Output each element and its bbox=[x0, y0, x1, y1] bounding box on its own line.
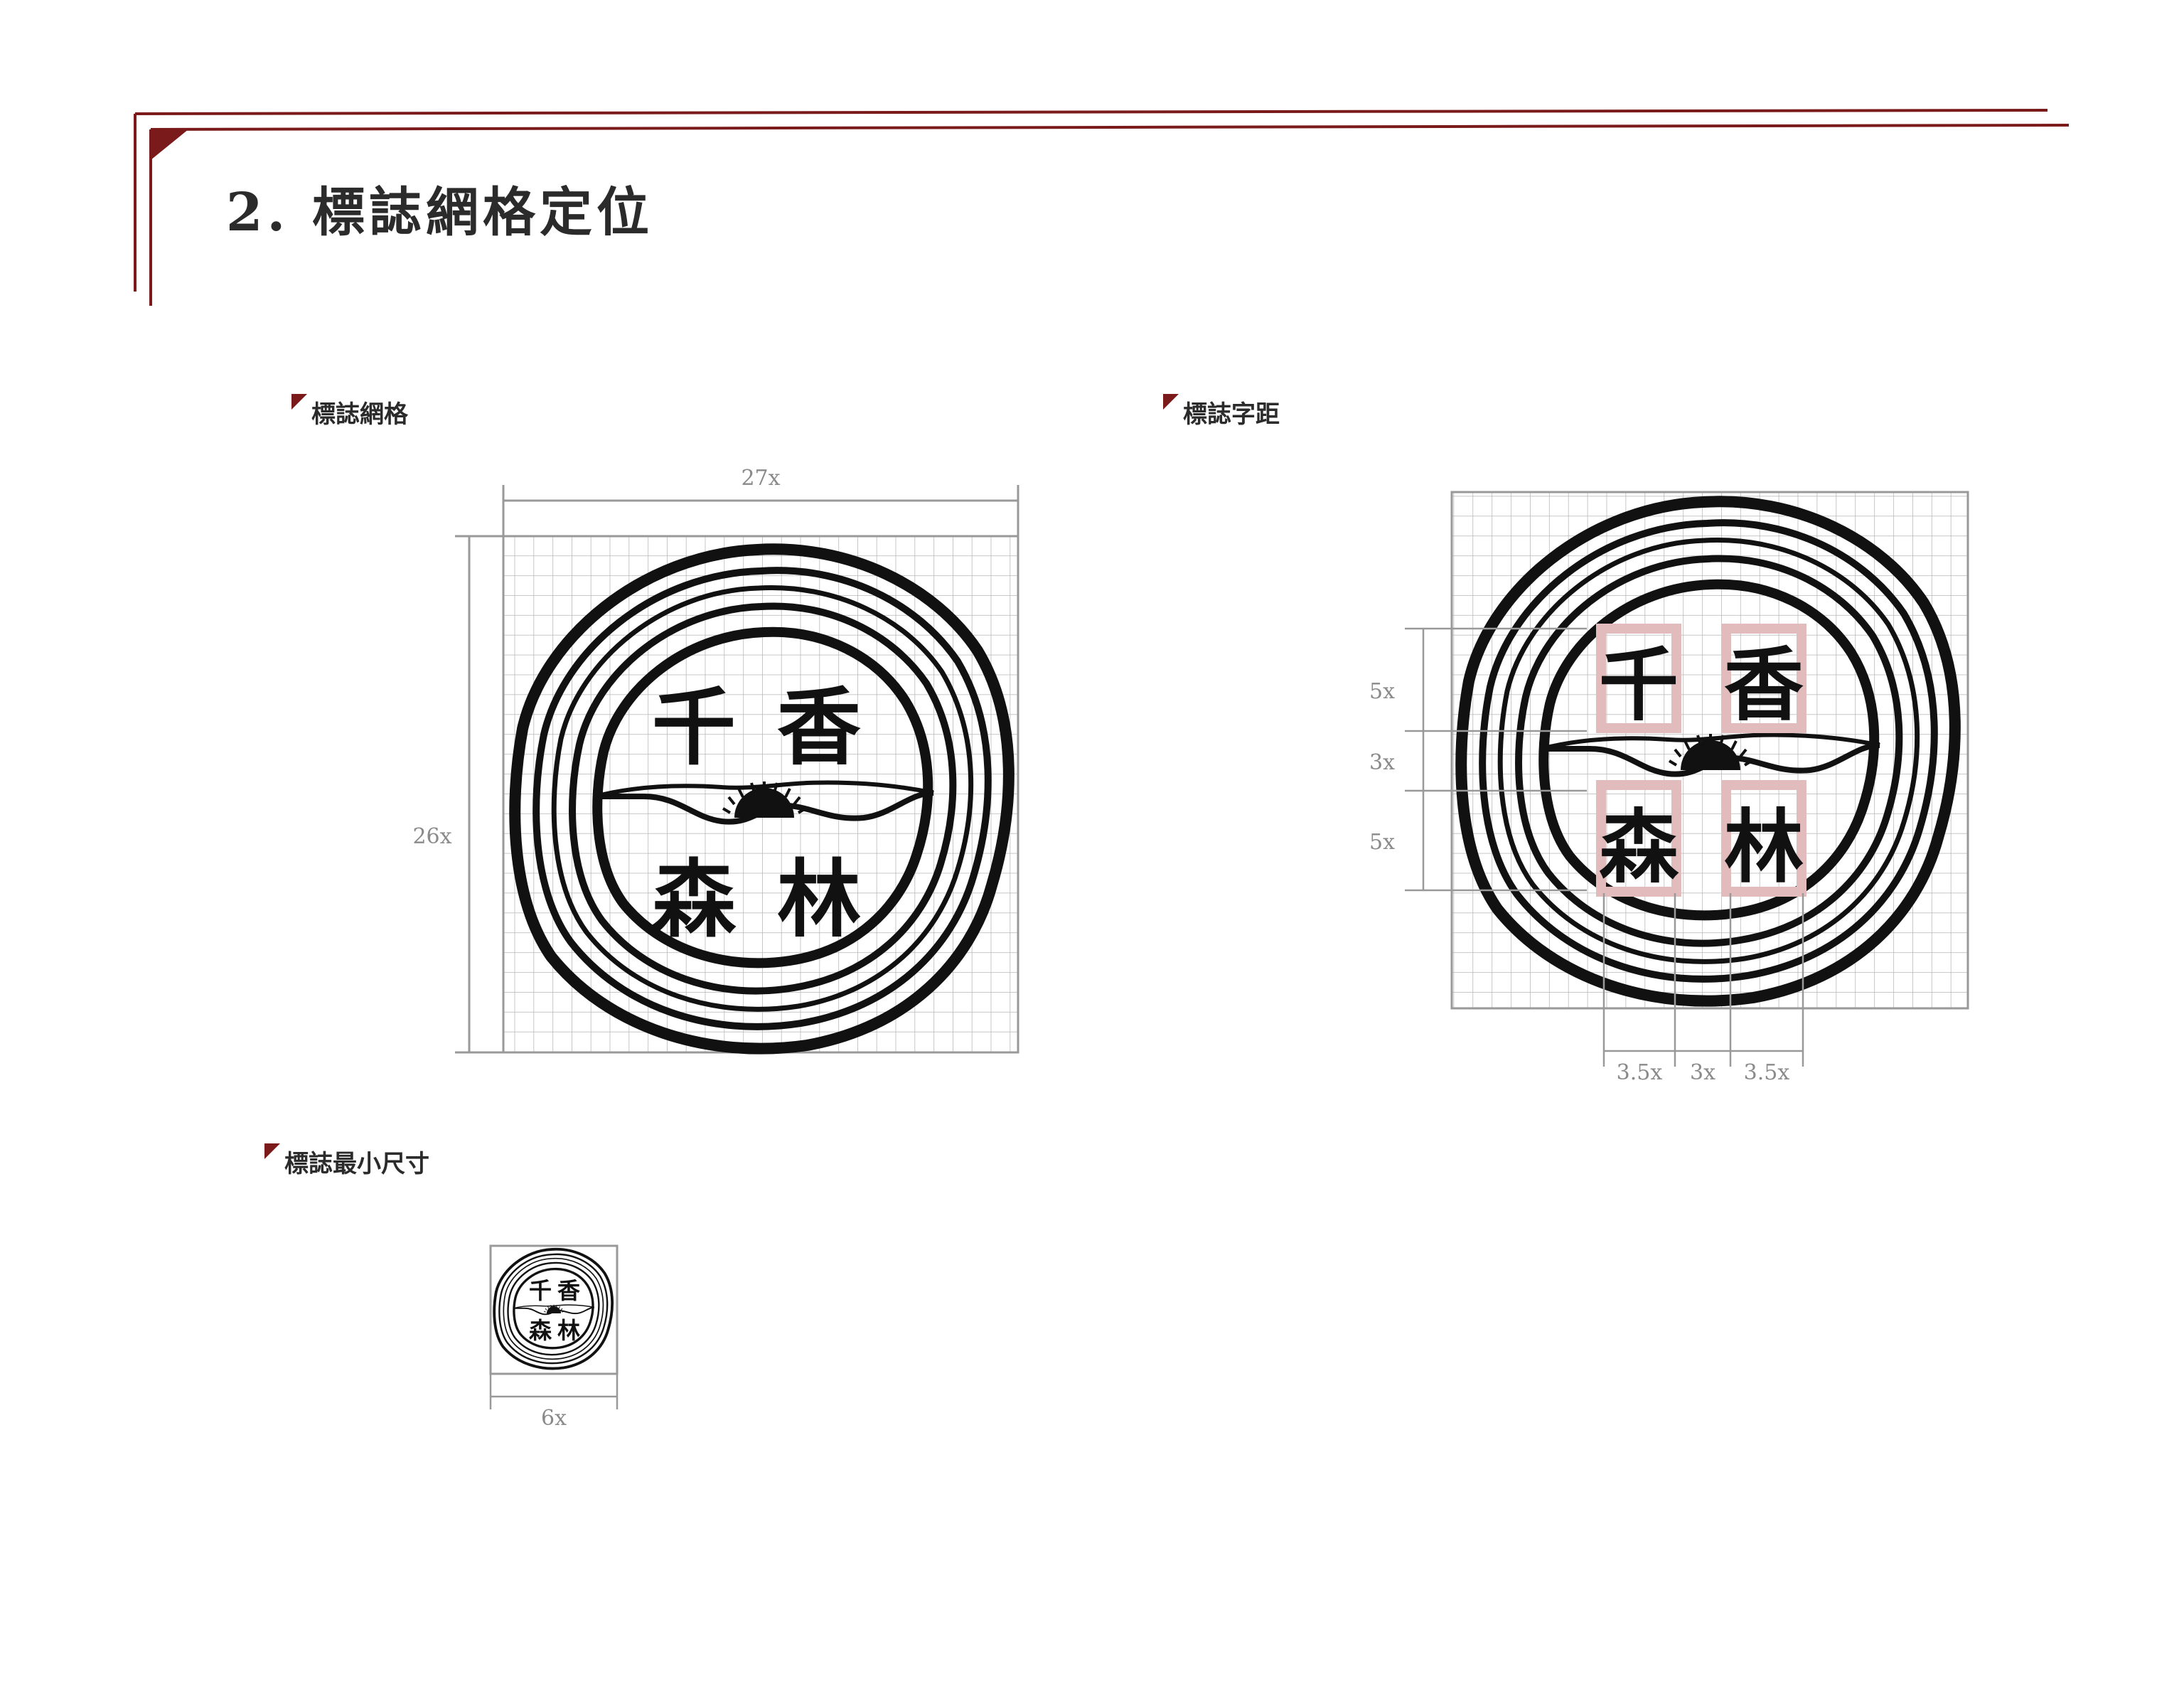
svg-text:森: 森 bbox=[652, 850, 737, 949]
diagrams: 27x 26x 千 香 森 林 千 香 森 林 5x 3x 5x 3.5x 3x… bbox=[412, 466, 1969, 1431]
spacing-label-center: 3x bbox=[1690, 1060, 1715, 1085]
min-size-label: 6x bbox=[541, 1406, 567, 1431]
logo-grid-diagram: 27x 26x 千 香 森 林 bbox=[412, 466, 1019, 1052]
spacing-label-bottom: 5x bbox=[1369, 830, 1395, 855]
svg-text:林: 林 bbox=[777, 850, 861, 949]
width-label: 27x bbox=[741, 466, 780, 491]
svg-text:香: 香 bbox=[557, 1277, 580, 1304]
spacing-label-middle: 3x bbox=[1369, 750, 1395, 775]
svg-text:香: 香 bbox=[777, 678, 861, 777]
spacing-label-left: 3.5x bbox=[1617, 1060, 1663, 1085]
svg-text:林: 林 bbox=[1724, 801, 1804, 894]
logo-spacing-diagram: 千 香 森 林 5x 3x 5x 3.5x 3x 3.5x bbox=[1369, 491, 1969, 1085]
svg-text:林: 林 bbox=[557, 1317, 580, 1344]
svg-text:香: 香 bbox=[1724, 639, 1804, 732]
svg-text:千: 千 bbox=[529, 1277, 552, 1304]
svg-text:森: 森 bbox=[1599, 801, 1679, 894]
logo-min-size-diagram: 千 香 森 林 6x bbox=[489, 1244, 619, 1431]
svg-text:森: 森 bbox=[529, 1317, 552, 1344]
height-label: 26x bbox=[412, 824, 451, 849]
spacing-label-right: 3.5x bbox=[1744, 1060, 1790, 1085]
svg-text:千: 千 bbox=[652, 678, 736, 777]
svg-text:千: 千 bbox=[1599, 639, 1679, 732]
spacing-label-top: 5x bbox=[1369, 679, 1395, 704]
